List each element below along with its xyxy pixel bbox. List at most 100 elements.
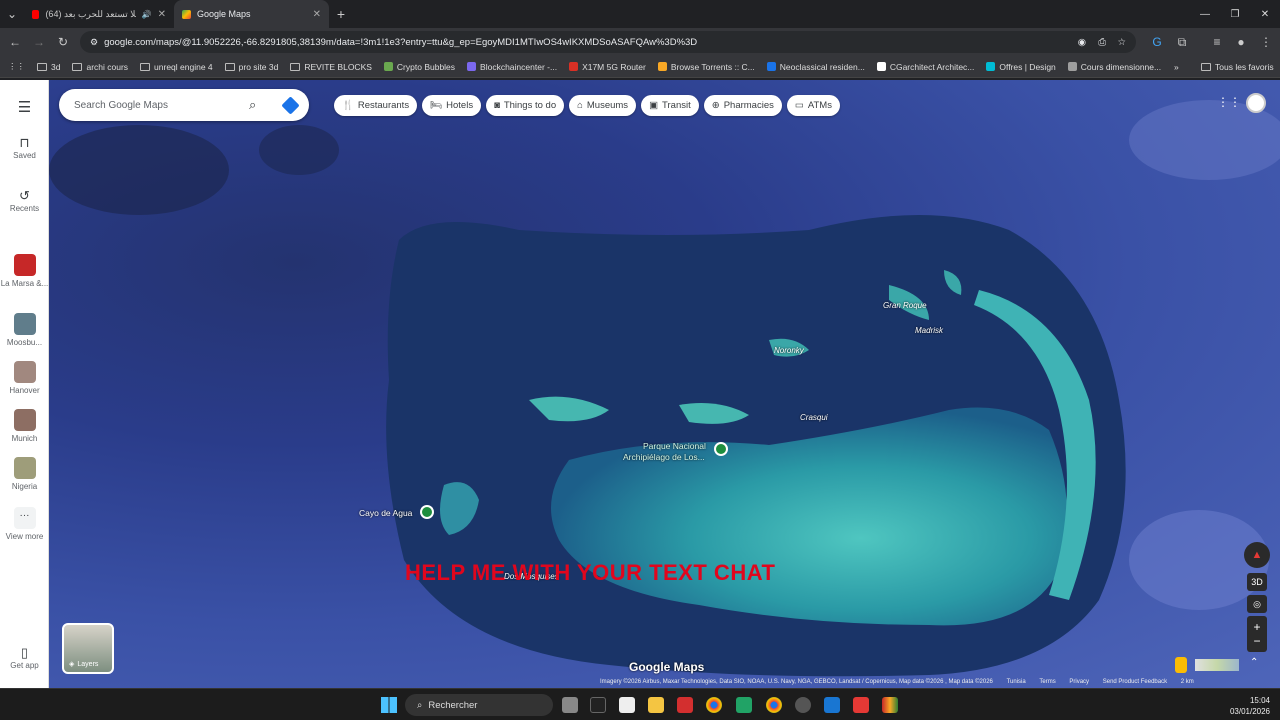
footer-link-tunisia[interactable]: Tunisia (1007, 679, 1026, 685)
beach-pin-icon[interactable] (420, 505, 434, 519)
chip-restaurants[interactable]: 🍴 Restaurants (334, 95, 418, 116)
task-view-icon[interactable] (562, 697, 578, 713)
chip-pharmacies[interactable]: ⊕ Pharmacies (703, 95, 782, 116)
location-icon[interactable]: ◉ (1078, 37, 1086, 48)
recent-place-moosburg[interactable]: Moosbu... (0, 313, 49, 347)
active-app-icon[interactable] (853, 697, 869, 713)
tradingview-icon[interactable] (590, 697, 606, 713)
address-bar[interactable]: ⚙ google.com/maps/@11.9052226,-66.829180… (80, 31, 1136, 53)
tab-search-icon[interactable]: ⌄ (0, 2, 24, 26)
bookmark-link[interactable]: CGarchitect Architec... (871, 62, 981, 72)
system-clock[interactable]: 15:04 03/01/2026 (1230, 695, 1270, 717)
speaker-icon[interactable]: 🔊 (142, 10, 152, 19)
taskbar-search[interactable]: ⌕ Rechercher (405, 694, 553, 716)
new-tab-button[interactable]: + (329, 2, 353, 26)
account-avatar[interactable] (1246, 93, 1266, 113)
chrome-profile-icon[interactable] (766, 697, 782, 713)
apps-grid-icon[interactable]: ⋮⋮ (0, 61, 31, 72)
chip-museums[interactable]: ⌂ Museums (569, 95, 637, 116)
my-location-icon[interactable]: ◎ (1247, 595, 1267, 613)
maximize-button[interactable]: ❐ (1220, 0, 1250, 28)
close-window-button[interactable]: ✕ (1250, 0, 1280, 28)
map-label-madrisk[interactable]: Madrisk (915, 326, 943, 335)
forward-button[interactable]: → (27, 30, 51, 54)
browser-menu-icon[interactable]: ⋮ (1254, 30, 1278, 54)
menu-button[interactable]: ☰ (0, 98, 49, 116)
extension-icon[interactable]: G (1145, 30, 1169, 54)
layers-button[interactable]: ◈ Layers (62, 623, 114, 674)
map-type-thumbnails[interactable] (1195, 659, 1239, 671)
bookmark-link[interactable]: Crypto Bubbles (378, 62, 461, 72)
bookmark-link[interactable]: Browse Torrents :: C... (652, 62, 761, 72)
satellite-map[interactable]: Gran Roque Madrisk Noronky Crasqui Parqu… (49, 80, 1280, 688)
directions-icon[interactable] (281, 95, 300, 115)
bookmark-folder[interactable]: REVITE BLOCKS (284, 62, 378, 72)
media-icon[interactable]: ≡ (1205, 30, 1229, 54)
windows-start-icon[interactable] (381, 697, 397, 713)
chip-things-to-do[interactable]: ◙ Things to do (486, 95, 565, 116)
profile-avatar[interactable]: ● (1229, 30, 1253, 54)
back-button[interactable]: ← (3, 30, 27, 54)
zoom-in-button[interactable]: + (1253, 620, 1260, 634)
file-explorer-icon[interactable] (648, 697, 664, 713)
autocad-icon[interactable] (677, 697, 693, 713)
park-label-line2[interactable]: Archipiélago de Los... (623, 452, 705, 462)
chrome-icon[interactable] (706, 697, 722, 713)
compass-icon[interactable]: ▲ (1244, 542, 1270, 568)
more-bookmarks-icon[interactable]: » (1168, 62, 1185, 72)
bookmark-folder[interactable]: archi cours (66, 62, 134, 72)
chip-atms[interactable]: ▭ ATMs (786, 95, 840, 116)
pegman-icon[interactable] (1175, 657, 1187, 673)
park-label-line1[interactable]: Parque Nacional (643, 441, 706, 451)
footer-link-feedback[interactable]: Send Product Feedback (1103, 679, 1167, 685)
tab-google-maps[interactable]: Google Maps ✕ (174, 0, 329, 28)
bookmark-star-icon[interactable]: ☆ (1117, 37, 1126, 48)
install-icon[interactable]: ⎙ (1098, 37, 1106, 48)
search-box[interactable]: Search Google Maps ⌕ (59, 89, 309, 121)
saved-button[interactable]: ⊓ Saved (0, 135, 49, 160)
bookmark-folder[interactable]: unreql engine 4 (134, 62, 219, 72)
recent-place-munich[interactable]: Munich (0, 409, 49, 443)
site-info-icon[interactable]: ⚙ (90, 37, 98, 48)
close-tab-icon[interactable]: ✕ (158, 9, 166, 20)
map-label-crasqui[interactable]: Crasqui (800, 413, 828, 422)
all-bookmarks-folder[interactable]: Tous les favoris (1195, 62, 1280, 72)
footer-link-privacy[interactable]: Privacy (1069, 679, 1089, 685)
footer-link-terms[interactable]: Terms (1039, 679, 1055, 685)
expand-icon[interactable]: ⌃ (1250, 657, 1258, 668)
search-icon[interactable]: ⌕ (249, 97, 256, 113)
close-tab-icon[interactable]: ✕ (313, 9, 321, 20)
park-pin-icon[interactable] (714, 442, 728, 456)
calendar-icon[interactable] (619, 697, 635, 713)
bookmark-folder[interactable]: pro site 3d (219, 62, 285, 72)
zoom-out-button[interactable]: − (1253, 634, 1260, 648)
winrar-icon[interactable] (882, 697, 898, 713)
recent-place-hanover[interactable]: Hanover (0, 361, 49, 395)
url-text[interactable]: google.com/maps/@11.9052226,-66.8291805,… (104, 37, 697, 48)
recent-place-nigeria[interactable]: Nigeria (0, 457, 49, 491)
tab-youtube[interactable]: (64) فنزويلا تستعد للحرب بعد 🔊 ✕ (24, 0, 174, 28)
app-icon[interactable] (824, 697, 840, 713)
tilt-3d-button[interactable]: 3D (1247, 573, 1267, 591)
extensions-puzzle-icon[interactable]: ⧉ (1170, 30, 1194, 54)
map-label-gran-roque[interactable]: Gran Roque (883, 301, 927, 310)
minimize-button[interactable]: — (1190, 0, 1220, 28)
recent-place-la-marsa[interactable]: La Marsa &... (0, 254, 49, 288)
bookmark-folder[interactable]: 3d (31, 62, 66, 72)
scale-bar[interactable]: 2 km (1181, 679, 1194, 685)
bookmark-link[interactable]: Neoclassical residen... (761, 62, 871, 72)
reload-button[interactable]: ↻ (51, 30, 75, 54)
search-input[interactable]: Search Google Maps (74, 100, 168, 111)
settings-gear-icon[interactable] (795, 697, 811, 713)
bookmark-link[interactable]: Cours dimensionne... (1062, 62, 1167, 72)
recents-button[interactable]: ↺ Recents (0, 188, 49, 213)
map-label-cayo-de-agua[interactable]: Cayo de Agua (359, 508, 412, 518)
bookmark-link[interactable]: Blockchaincenter -... (461, 62, 563, 72)
google-apps-icon[interactable]: ⋮⋮ (1217, 95, 1241, 109)
chip-hotels[interactable]: 🛏 Hotels (422, 95, 482, 116)
chip-transit[interactable]: ▣ Transit (641, 95, 699, 116)
get-app-button[interactable]: ▯ Get app (0, 645, 49, 670)
bookmark-link[interactable]: X17M 5G Router (563, 62, 652, 72)
sketchup-icon[interactable] (736, 697, 752, 713)
map-label-noronky[interactable]: Noronky (774, 346, 804, 355)
